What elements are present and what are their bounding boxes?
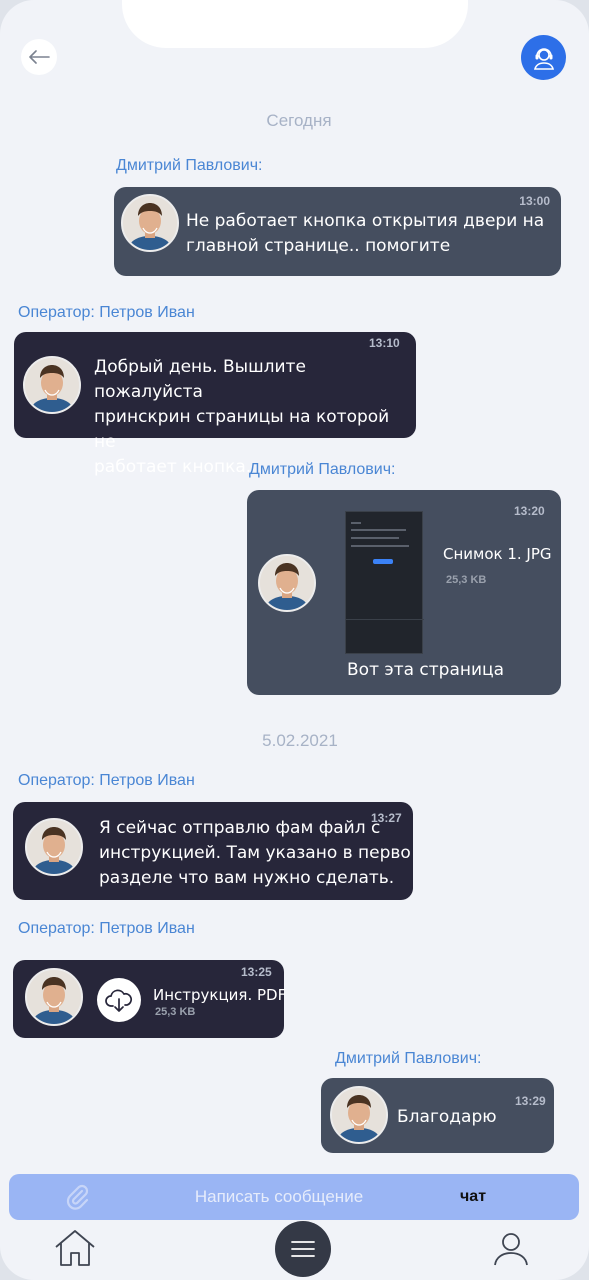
sender-name: Дмитрий Павлович:	[116, 157, 263, 174]
message-line: Не работает кнопка открытия двери на	[186, 211, 545, 231]
message-bubble-user[interactable]: 13:29 Благодарю	[321, 1078, 554, 1153]
back-button[interactable]	[21, 39, 57, 75]
message-bubble-user-image[interactable]: 13:20 Снимок 1. JPG 25,3 KB Вот эта стра…	[247, 490, 561, 695]
message-bubble-operator[interactable]: 13:10 Добрый день. Вышлите пожалуйста пр…	[14, 332, 416, 477]
file-size: 25,3 KB	[155, 1006, 196, 1018]
message-composer: чат	[9, 1174, 579, 1220]
message-line: разделе что вам нужно сделать.	[99, 868, 395, 888]
paperclip-icon[interactable]	[65, 1184, 89, 1214]
message-time: 13:20	[514, 504, 545, 518]
screenshot-thumbnail[interactable]	[345, 511, 424, 654]
avatar	[330, 1086, 388, 1144]
cloud-download-icon[interactable]	[97, 978, 141, 1022]
chat-mode-label[interactable]: чат	[460, 1188, 486, 1206]
message-bubble-user[interactable]: 13:00 Не работает кнопка открытия двери …	[114, 187, 561, 276]
message-time: 13:10	[369, 336, 400, 350]
message-time: 13:25	[241, 965, 272, 979]
date-separator-today: Сегодня	[266, 111, 332, 130]
message-line: инструкцией. Там указано в первом	[99, 843, 411, 863]
message-line: Я сейчас отправлю фам файл с	[99, 818, 381, 838]
arrow-left-icon	[29, 50, 50, 64]
avatar	[121, 194, 179, 252]
message-time: 13:29	[515, 1094, 546, 1108]
menu-button[interactable]	[275, 1221, 331, 1277]
message-time: 13:00	[519, 194, 550, 208]
file-name: Инструкция. PDF	[153, 986, 287, 1004]
message-text: Не работает кнопка открытия двери на гла…	[186, 209, 544, 259]
avatar	[258, 554, 316, 612]
support-button[interactable]	[521, 35, 566, 80]
avatar	[25, 968, 83, 1026]
home-icon[interactable]	[53, 1228, 97, 1272]
message-bubble-operator[interactable]: 13:27 Я сейчас отправлю фам файл с инстр…	[13, 802, 413, 900]
message-input[interactable]	[139, 1182, 419, 1212]
chat-screen: Сегодня Дмитрий Павлович: 13:00 Не работ…	[0, 0, 589, 1280]
date-separator: 5.02.2021	[262, 731, 338, 750]
sender-name: Дмитрий Павлович:	[335, 1050, 482, 1067]
menu-icon	[291, 1241, 315, 1257]
message-bubble-operator-file[interactable]: 13:25 Инструкция. PDF 25,3 KB	[13, 960, 287, 1038]
sender-name: Оператор: Петров Иван	[18, 304, 195, 321]
sender-name: Оператор: Петров Иван	[18, 920, 195, 937]
message-text: Я сейчас отправлю фам файл с инструкцией…	[99, 816, 411, 891]
avatar	[23, 356, 81, 414]
sender-name: Оператор: Петров Иван	[18, 772, 195, 789]
message-text: Благодарю	[397, 1105, 497, 1130]
message-line: Добрый день. Вышлите пожалуйста	[94, 357, 306, 402]
file-name: Снимок 1. JPG	[443, 545, 552, 563]
file-size: 25,3 KB	[446, 574, 487, 586]
sender-name: Дмитрий Павлович:	[249, 461, 396, 478]
message-line: Благодарю	[397, 1107, 497, 1127]
image-caption: Вот эта страница	[347, 660, 505, 680]
message-line: принскрин страницы на которой не	[94, 407, 390, 452]
device-notch	[122, 0, 468, 48]
avatar	[25, 818, 83, 876]
support-agent-icon	[533, 47, 554, 70]
message-line: главной странице.. помогите	[186, 236, 451, 256]
profile-icon[interactable]	[492, 1231, 530, 1271]
